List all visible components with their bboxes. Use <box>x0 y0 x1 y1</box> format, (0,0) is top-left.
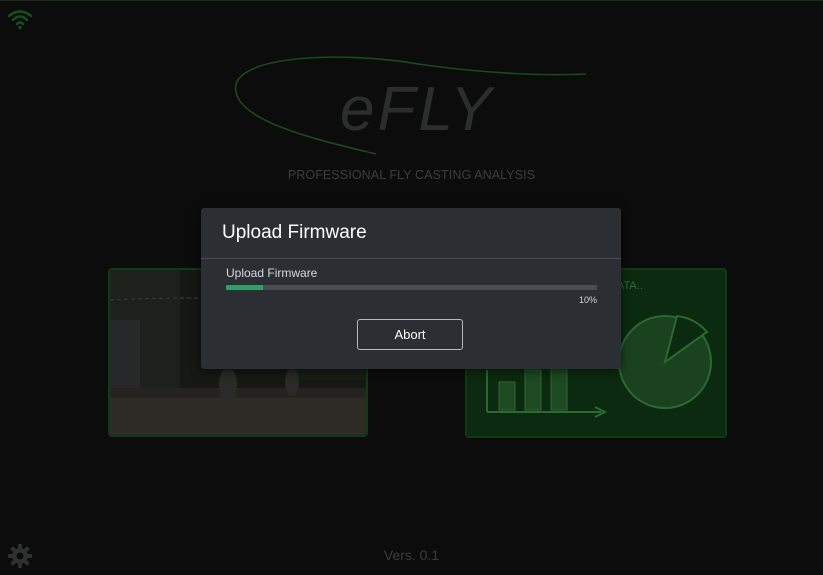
dialog-body: Upload Firmware 10% Abort <box>201 259 621 369</box>
progress-label: Upload Firmware <box>226 266 318 280</box>
upload-firmware-dialog: Upload Firmware Upload Firmware 10% Abor… <box>201 208 621 369</box>
progress-fill <box>226 285 264 290</box>
progress-bar <box>226 285 597 290</box>
wifi-icon <box>7 10 33 30</box>
dialog-title: Upload Firmware <box>201 208 621 259</box>
efly-logo: eFLY <box>234 56 587 155</box>
abort-button[interactable]: Abort <box>357 319 463 350</box>
logo-text: eFLY <box>340 75 496 144</box>
gear-icon[interactable] <box>7 543 33 569</box>
version-label: Vers. 0.1 <box>383 547 440 563</box>
top-divider <box>0 0 823 1</box>
tagline: PROFESSIONAL FLY CASTING ANALYSIS <box>287 168 536 182</box>
progress-percent: 10% <box>578 295 597 305</box>
